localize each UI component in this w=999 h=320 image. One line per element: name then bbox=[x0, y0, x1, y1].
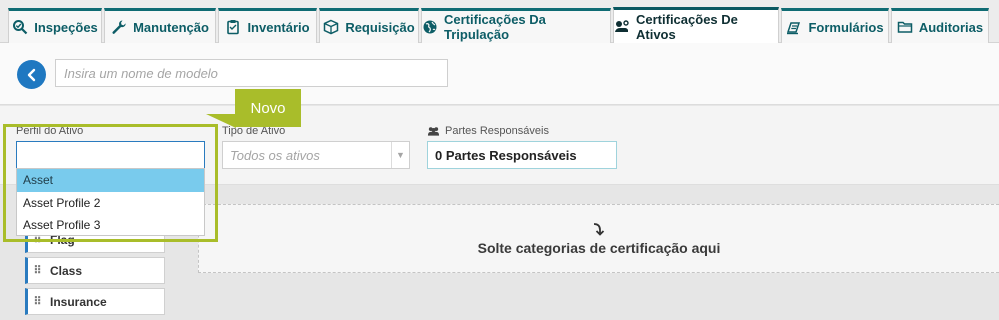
tab-inventario[interactable]: Inventário bbox=[218, 8, 317, 43]
tab-label: Manutenção bbox=[133, 19, 209, 35]
globe-icon bbox=[422, 19, 438, 35]
tab-formularios[interactable]: Formulários bbox=[781, 8, 889, 43]
drag-handle-icon[interactable]: ⠿ bbox=[30, 295, 44, 308]
asset-type-placeholder: Todos os ativos bbox=[230, 147, 320, 163]
tab-manutencao[interactable]: Manutenção bbox=[104, 8, 216, 43]
asset-profile-input[interactable] bbox=[16, 141, 205, 169]
forms-icon bbox=[786, 19, 802, 35]
chevron-down-icon[interactable]: ▼ bbox=[391, 142, 409, 168]
tab-label: Auditorias bbox=[918, 19, 984, 35]
tab-label: Certificações Da Tripulação bbox=[444, 12, 546, 42]
certification-drop-zone[interactable]: Solte categorias de certificação aqui bbox=[198, 204, 999, 273]
users-icon bbox=[427, 127, 440, 136]
drop-zone-text: Solte categorias de certificação aqui bbox=[477, 239, 721, 256]
tab-certificacoes-tripulacao[interactable]: Certificações Da Tripulação bbox=[421, 8, 611, 43]
back-button[interactable] bbox=[17, 60, 46, 89]
dropdown-option[interactable]: Asset bbox=[17, 169, 204, 192]
model-name-input[interactable] bbox=[55, 59, 448, 87]
asset-cert-icon bbox=[614, 19, 630, 35]
tab-label: Inventário bbox=[247, 19, 310, 35]
dropdown-option[interactable]: Asset Profile 2 bbox=[17, 192, 204, 215]
tab-bar: Inspeções Manutenção Inventário Requisiç… bbox=[0, 0, 999, 43]
category-item-insurance[interactable]: ⠿ Insurance bbox=[25, 288, 165, 315]
asset-profile-dropdown: Asset Asset Profile 2 Asset Profile 3 bbox=[16, 168, 205, 236]
parties-field[interactable]: 0 Partes Responsáveis bbox=[427, 141, 617, 169]
tab-auditorias[interactable]: Auditorias bbox=[891, 8, 989, 43]
folder-icon bbox=[897, 19, 913, 35]
asset-profile-label: Perfil do Ativo bbox=[16, 125, 84, 137]
curved-arrow-down-icon bbox=[593, 222, 605, 236]
tab-label: Inspeções bbox=[34, 19, 98, 35]
tab-requisicao[interactable]: Requisição bbox=[319, 8, 419, 43]
drag-handle-icon[interactable]: ⠿ bbox=[30, 264, 44, 277]
category-label: Class bbox=[50, 263, 83, 278]
wrench-icon bbox=[111, 19, 127, 35]
parties-value: 0 Partes Responsáveis bbox=[435, 147, 577, 163]
box-icon bbox=[323, 19, 339, 35]
chevron-left-icon bbox=[27, 68, 35, 81]
tab-inspecoes[interactable]: Inspeções bbox=[8, 8, 102, 43]
category-label: Insurance bbox=[50, 294, 107, 309]
clipboard-icon bbox=[225, 19, 241, 35]
template-header bbox=[0, 43, 999, 105]
asset-type-select[interactable]: Todos os ativos ▼ bbox=[222, 141, 410, 169]
tab-label: Requisição bbox=[345, 19, 415, 35]
callout-tail bbox=[206, 114, 236, 128]
tab-label: Formulários bbox=[808, 19, 884, 35]
callout-label: Novo bbox=[235, 89, 301, 127]
parties-label-wrap: Partes Responsáveis bbox=[427, 125, 549, 137]
tab-label: Certificações De Ativos bbox=[636, 11, 738, 42]
parties-label: Partes Responsáveis bbox=[445, 125, 549, 137]
dropdown-option[interactable]: Asset Profile 3 bbox=[17, 214, 204, 237]
search-check-icon bbox=[12, 19, 28, 35]
tab-certificacoes-ativos[interactable]: Certificações De Ativos bbox=[613, 7, 779, 43]
category-item-class[interactable]: ⠿ Class bbox=[25, 257, 165, 284]
